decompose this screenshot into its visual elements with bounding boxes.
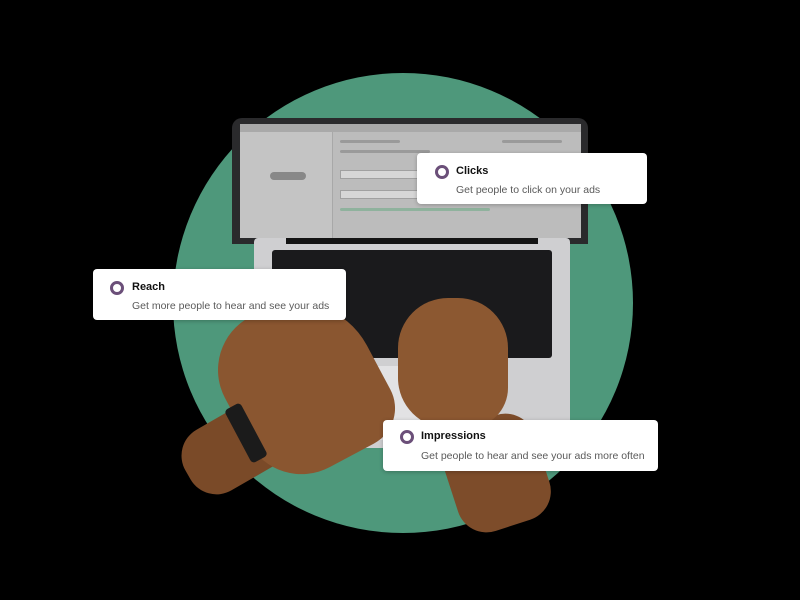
screen-pill-button [270, 172, 306, 180]
screen-highlight-line [340, 208, 490, 211]
option-title: Impressions [421, 430, 486, 442]
laptop-hinge [286, 238, 538, 244]
radio-button-icon[interactable] [400, 430, 414, 444]
option-title: Reach [132, 281, 166, 293]
screen-panel-line [502, 140, 562, 143]
reach-option-card[interactable]: Reach Get more people to hear and see yo… [93, 269, 346, 320]
clicks-option-card[interactable]: Clicks Get people to click on your ads [417, 153, 647, 204]
screen-sidebar [240, 132, 333, 238]
impressions-option-card[interactable]: Impressions Get people to hear and see y… [383, 420, 658, 471]
screen-text-line [340, 150, 430, 153]
option-description: Get people to hear and see your ads more… [421, 450, 645, 462]
option-description: Get more people to hear and see your ads [132, 300, 330, 312]
screen-field [340, 190, 422, 199]
screen-field [340, 170, 422, 179]
option-title: Clicks [456, 165, 489, 177]
right-hand [398, 298, 508, 428]
radio-button-icon[interactable] [110, 281, 124, 295]
radio-button-icon[interactable] [435, 165, 449, 179]
screen-heading-line [340, 140, 400, 143]
option-description: Get people to click on your ads [456, 184, 601, 196]
screen-title-bar [240, 124, 581, 132]
